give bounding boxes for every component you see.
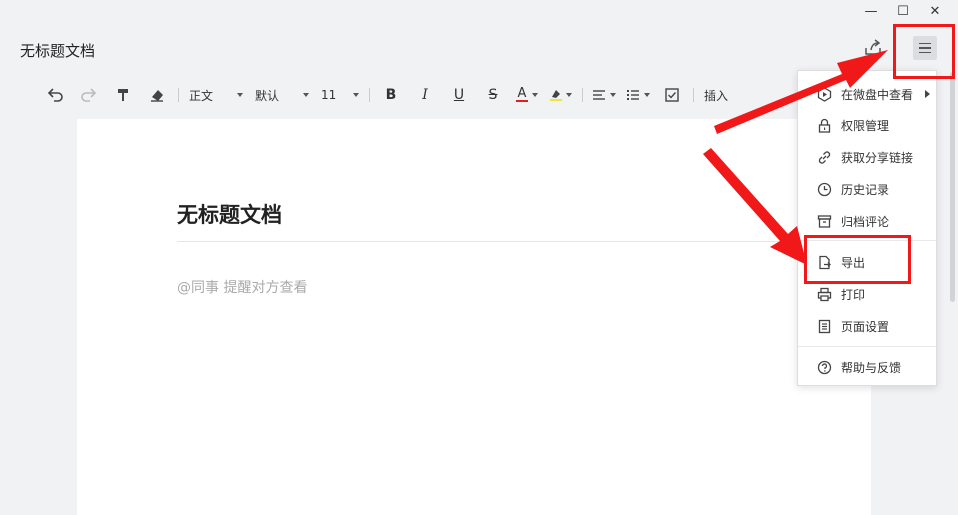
menu-item-help-feedback[interactable]: 帮助与反馈	[798, 354, 936, 380]
strikethrough-button[interactable]: S	[476, 84, 510, 106]
highlight-color-button[interactable]	[544, 84, 578, 106]
font-color-icon: A	[516, 86, 528, 102]
chevron-down-icon	[303, 93, 309, 97]
share-icon	[865, 39, 881, 55]
redo-button[interactable]	[72, 84, 106, 106]
chevron-down-icon	[353, 93, 359, 97]
maximize-button[interactable]: ☐	[890, 4, 916, 20]
help-icon	[816, 359, 832, 375]
printer-icon	[816, 286, 832, 302]
list-button[interactable]	[621, 84, 655, 106]
menu-item-history[interactable]: 历史记录	[798, 176, 936, 202]
menu-item-label: 在微盘中查看	[841, 87, 914, 102]
font-size-value: 11	[321, 88, 337, 102]
more-menu-dropdown: 在微盘中查看 权限管理 获取分享链接 历史记录 归档评论 导出 打印 页面设置 …	[797, 70, 937, 386]
menu-item-permissions[interactable]: 权限管理	[798, 112, 936, 138]
format-toolbar: 正文 默认 11 B I U S A 插入	[38, 84, 742, 106]
submenu-arrow-icon	[925, 90, 930, 98]
chevron-down-icon	[532, 93, 538, 97]
paint-brush-icon	[118, 89, 128, 101]
font-size-dropdown[interactable]: 11	[315, 88, 365, 102]
chevron-down-icon	[644, 93, 650, 97]
toolbar-divider	[369, 88, 370, 102]
clock-icon	[816, 181, 832, 197]
menu-item-label: 获取分享链接	[841, 150, 914, 165]
export-highlight-box	[804, 235, 911, 284]
underline-label: U	[453, 87, 465, 103]
checkbox-icon	[665, 88, 679, 102]
heading-divider	[177, 241, 797, 242]
share-button[interactable]	[862, 36, 884, 58]
menu-item-label: 历史记录	[841, 182, 890, 197]
strikethrough-label: S	[488, 87, 498, 103]
undo-icon	[47, 88, 63, 102]
font-family-dropdown[interactable]: 默认	[249, 87, 315, 104]
font-family-value: 默认	[255, 88, 280, 103]
menu-button-highlight-box	[893, 24, 955, 79]
undo-button[interactable]	[38, 84, 72, 106]
chevron-down-icon	[610, 93, 616, 97]
format-painter-button[interactable]	[106, 84, 140, 106]
underline-button[interactable]: U	[442, 84, 476, 106]
menu-item-archive-comments[interactable]: 归档评论	[798, 208, 936, 234]
menu-item-label: 帮助与反馈	[841, 360, 902, 375]
toolbar-divider	[582, 88, 583, 102]
window-controls: — ☐ ✕	[858, 4, 948, 20]
toolbar-divider	[178, 88, 179, 102]
menu-divider	[798, 346, 936, 347]
font-color-label: A	[517, 86, 527, 101]
bold-label: B	[385, 87, 397, 103]
clear-format-button[interactable]	[140, 84, 174, 106]
menu-item-view-in-weipan[interactable]: 在微盘中查看	[798, 81, 936, 107]
vertical-scrollbar[interactable]	[950, 72, 955, 302]
bold-button[interactable]: B	[374, 84, 408, 106]
menu-item-share-link[interactable]: 获取分享链接	[798, 144, 936, 170]
highlighter-icon	[550, 89, 562, 101]
menu-item-page-settings[interactable]: 页面设置	[798, 313, 936, 339]
insert-label: 插入	[704, 88, 729, 103]
menu-item-label: 打印	[841, 287, 866, 302]
mention-placeholder[interactable]: @同事 提醒对方查看	[177, 277, 307, 297]
archive-icon	[816, 213, 832, 229]
document-heading[interactable]: 无标题文档	[177, 199, 282, 229]
chevron-down-icon	[566, 93, 572, 97]
font-color-swatch	[516, 100, 528, 102]
document-page[interactable]: 无标题文档 @同事 提醒对方查看	[77, 119, 871, 515]
italic-label: I	[422, 87, 428, 103]
toolbar-divider	[693, 88, 694, 102]
highlight-swatch	[550, 99, 562, 101]
menu-item-label: 归档评论	[841, 214, 890, 229]
chevron-down-icon	[237, 93, 243, 97]
link-icon	[816, 149, 832, 165]
redo-icon	[81, 88, 97, 102]
menu-item-label: 页面设置	[841, 319, 890, 334]
document-title[interactable]: 无标题文档	[20, 40, 95, 61]
page-settings-icon	[816, 318, 832, 334]
close-button[interactable]: ✕	[922, 4, 948, 20]
checklist-button[interactable]	[655, 84, 689, 106]
menu-item-label: 权限管理	[841, 118, 890, 133]
italic-button[interactable]: I	[408, 84, 442, 106]
align-left-icon	[593, 90, 605, 100]
insert-menu-button[interactable]: 插入	[698, 87, 742, 104]
font-color-button[interactable]: A	[510, 84, 544, 106]
eraser-icon	[151, 90, 163, 102]
lock-icon	[816, 117, 832, 133]
minimize-button[interactable]: —	[858, 4, 884, 20]
weipan-icon	[816, 86, 832, 102]
align-button[interactable]	[587, 84, 621, 106]
paragraph-style-dropdown[interactable]: 正文	[183, 87, 249, 104]
numbered-list-icon	[627, 90, 639, 100]
menu-item-print[interactable]: 打印	[798, 281, 936, 307]
paragraph-style-value: 正文	[189, 88, 214, 103]
